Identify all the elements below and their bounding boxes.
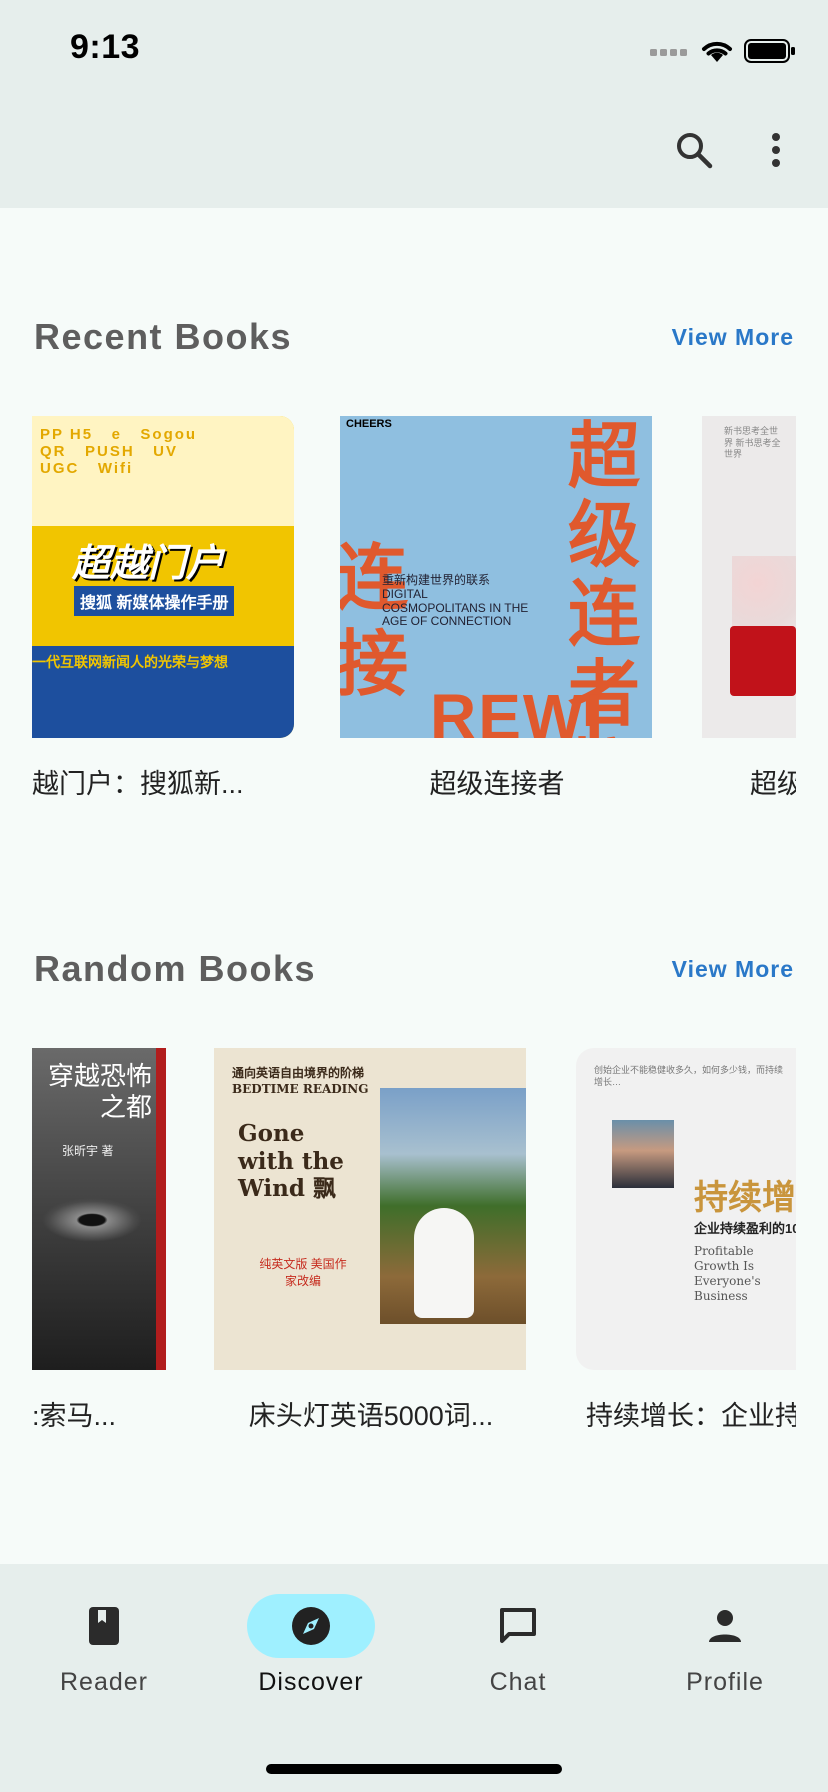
person-icon bbox=[709, 1610, 741, 1642]
battery-icon bbox=[744, 39, 795, 63]
wifi-icon bbox=[702, 41, 732, 62]
recent-books-header: Recent Books View More bbox=[34, 316, 794, 358]
book-title: 超级记 bbox=[750, 769, 796, 796]
nav-pill bbox=[40, 1594, 168, 1658]
nav-label: Profile bbox=[686, 1668, 764, 1696]
compass-icon bbox=[292, 1607, 330, 1645]
nav-label: Discover bbox=[258, 1668, 364, 1696]
random-books-shelf[interactable]: 穿越恐怖之都 张昕宇 著 :索马... 通向英语自由境界的阶梯 BEDTIME … bbox=[32, 1048, 796, 1428]
view-more-link[interactable]: View More bbox=[672, 956, 794, 983]
cover-subtitle: 重新构建世界的联系 DIGITAL COSMOPOLITANS IN THE A… bbox=[382, 573, 529, 629]
section-title: Random Books bbox=[34, 948, 317, 989]
nav-pill bbox=[454, 1594, 582, 1658]
search-button[interactable] bbox=[670, 126, 718, 174]
status-icons bbox=[650, 36, 796, 66]
nav-label: Reader bbox=[60, 1668, 148, 1696]
cover-title: 超越门户 bbox=[72, 543, 225, 585]
nav-item-discover[interactable]: Discover bbox=[231, 1594, 391, 1697]
cover-header: 通向英语自由境界的阶梯 BEDTIME READING bbox=[232, 1066, 369, 1096]
cover-subtitle: 搜狐 新媒体操作手册 bbox=[74, 586, 235, 616]
book-title: :索马... bbox=[32, 1401, 117, 1428]
chat-icon bbox=[500, 1608, 536, 1643]
book-cover: PP H5 e Sogou QR PUSH UV UGC Wifi 超越门户 搜狐 … bbox=[32, 416, 294, 738]
random-books-header: Random Books View More bbox=[34, 948, 794, 990]
bottom-navigation: Reader Discover Chat Profile bbox=[0, 1564, 828, 1792]
nav-label: Chat bbox=[489, 1668, 547, 1696]
book-icon bbox=[89, 1607, 119, 1645]
book-cover: 通向英语自由境界的阶梯 BEDTIME READING Gone with th… bbox=[214, 1048, 526, 1370]
more-vert-icon bbox=[772, 133, 780, 167]
cover-note: 纯英文版 美国作家改编 bbox=[259, 1257, 347, 1288]
cover-title: Gone with the Wind 飘 bbox=[238, 1120, 344, 1203]
cover-title: 穿越恐怖之都 bbox=[47, 1062, 152, 1124]
nav-item-reader[interactable]: Reader bbox=[24, 1594, 184, 1697]
nav-item-profile[interactable]: Profile bbox=[645, 1594, 805, 1697]
book-title: 持续增长：企业持 bbox=[586, 1401, 796, 1428]
nav-pill bbox=[247, 1594, 375, 1658]
nav-pill bbox=[661, 1594, 789, 1658]
book-title: 超级连接者 bbox=[429, 769, 565, 796]
cover-title: 持续增长 bbox=[694, 1178, 796, 1218]
more-menu-button[interactable] bbox=[752, 126, 800, 174]
cover-author: 张昕宇 著 bbox=[62, 1144, 114, 1158]
signal-icon bbox=[650, 49, 687, 56]
cover-banner: 一代互联网新闻人的光荣与梦想 bbox=[32, 654, 228, 670]
top-bar: 9:13 bbox=[0, 0, 828, 208]
book-title: 越门户：搜狐新... bbox=[32, 769, 244, 796]
nav-item-chat[interactable]: Chat bbox=[438, 1594, 598, 1697]
app-bar-actions bbox=[670, 126, 800, 174]
recent-books-shelf[interactable]: PP H5 e Sogou QR PUSH UV UGC Wifi 超越门户 搜狐 … bbox=[32, 416, 796, 796]
search-icon bbox=[677, 133, 713, 169]
cover-subtitle: 企业持续盈利的10 bbox=[694, 1221, 796, 1236]
home-indicator bbox=[266, 1764, 562, 1774]
cover-publisher: CHEERS bbox=[346, 418, 392, 430]
book-cover: 创始企业不能稳健收多久，如何多少钱，而持续增长… 持续增长 企业持续盈利的10 … bbox=[576, 1048, 796, 1370]
cover-english-title: Profitable Growth Is Everyone's Business bbox=[694, 1244, 761, 1303]
book-title: 床头灯英语5000词... bbox=[248, 1401, 494, 1428]
status-time: 9:13 bbox=[70, 28, 141, 66]
section-title: Recent Books bbox=[34, 316, 293, 357]
book-cover: CHEERS 超 级连者 接 连接 重新构建世界的联系 DIGITAL COSM… bbox=[340, 416, 652, 738]
view-more-link[interactable]: View More bbox=[672, 324, 794, 351]
book-cover: 穿越恐怖之都 张昕宇 著 bbox=[32, 1048, 166, 1370]
book-cover: 新书思考全世界 新书思考全世界 bbox=[702, 416, 796, 738]
